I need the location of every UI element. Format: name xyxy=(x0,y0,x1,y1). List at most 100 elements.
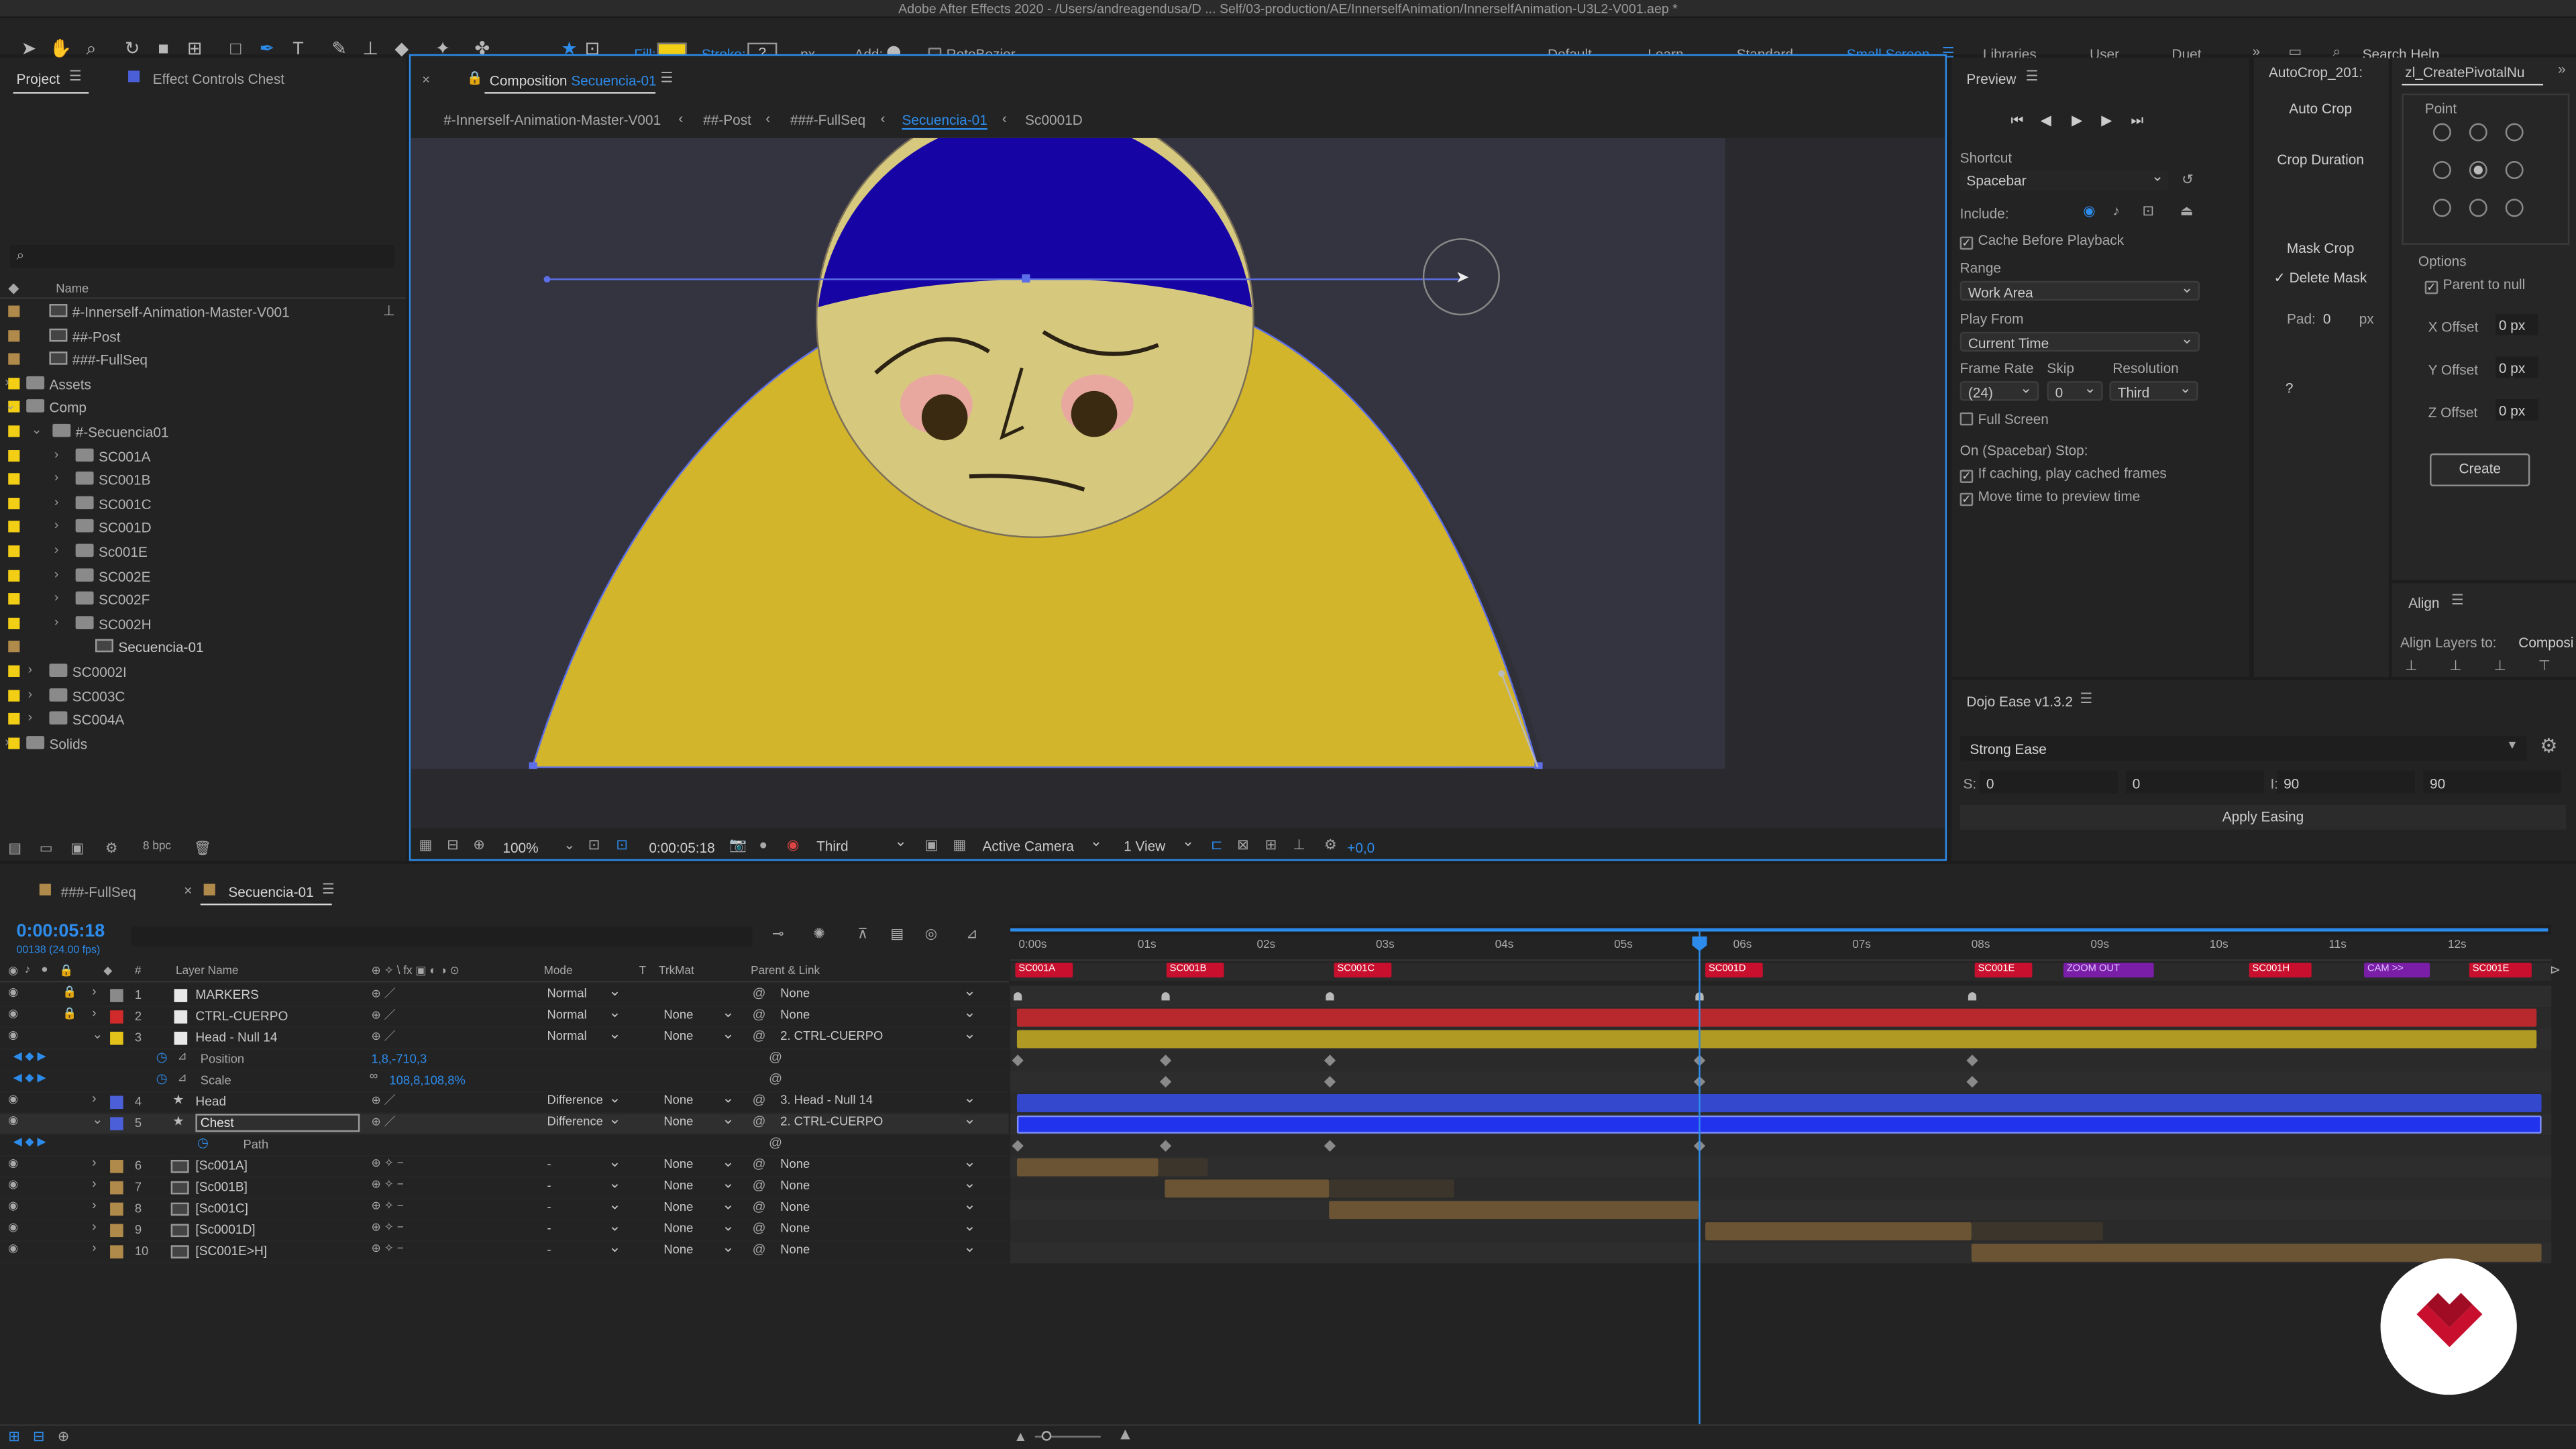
project-settings-icon[interactable]: ⚙ xyxy=(105,839,118,857)
camera-dropdown[interactable]: Active Camera xyxy=(976,833,1108,856)
label-color-swatch[interactable] xyxy=(8,425,20,437)
panel-menu-icon[interactable]: ☰ xyxy=(2080,690,2092,708)
pickwhip-icon[interactable]: @ xyxy=(769,1050,782,1065)
zoom-out-mountain-icon[interactable]: ▲ xyxy=(1014,1428,1028,1444)
marker-sc001b[interactable]: SC001B xyxy=(1166,963,1224,978)
label-color-swatch[interactable] xyxy=(8,569,20,581)
label-color-swatch[interactable] xyxy=(8,497,20,509)
marker-zoom-out[interactable]: ZOOM OUT xyxy=(2063,963,2154,978)
parent-dropdown[interactable]: None xyxy=(777,1196,981,1218)
tab-effect-controls[interactable]: Effect Controls Chest xyxy=(153,70,284,87)
layer-name-header[interactable]: Layer Name xyxy=(176,966,238,977)
layer-switches[interactable]: ⊕ ✧ − xyxy=(371,1157,403,1170)
project-item[interactable]: ###-FullSeq xyxy=(0,350,406,372)
include-overlays-icon[interactable]: ⊡ xyxy=(2142,202,2153,220)
graph-editor-icon[interactable]: ⊿ xyxy=(966,925,977,943)
shy-icon[interactable]: ⊼ xyxy=(857,925,867,943)
keyframe[interactable] xyxy=(1012,1140,1024,1152)
label-color-swatch[interactable] xyxy=(110,1095,123,1110)
marker-sc001a[interactable]: SC001A xyxy=(1015,963,1073,978)
layer-switches[interactable]: ⊕ ✧ − xyxy=(371,1242,403,1255)
include-external-icon[interactable]: ⏏ xyxy=(2180,202,2194,220)
project-item[interactable]: ##-Post xyxy=(0,326,406,347)
blend-mode-dropdown[interactable]: Normal xyxy=(544,982,626,1004)
project-search-input[interactable]: ⌕ xyxy=(9,244,394,268)
layer-duration-bar[interactable] xyxy=(1016,1115,2542,1134)
first-frame-icon[interactable]: ⏮ xyxy=(2011,112,2024,130)
property-row[interactable]: ◀ ◆ ▶ ◷ ⊿ Position 1,8,-710,3 @ xyxy=(0,1050,1009,1071)
previous-frame-icon[interactable]: ◀ xyxy=(2041,112,2051,130)
visibility-eye-icon[interactable]: ◉ xyxy=(8,1242,18,1255)
project-item[interactable]: › SC0002I xyxy=(0,662,406,684)
include-video-icon[interactable]: ◉ xyxy=(2083,202,2095,220)
frame-blending-icon[interactable]: ▤ xyxy=(890,925,904,943)
breadcrumb-master[interactable]: #-Innerself-Animation-Master-V001 xyxy=(443,112,661,128)
project-item[interactable]: ⌄ #-Secuencia01 xyxy=(0,422,406,443)
parent-dropdown[interactable]: 3. Head - Null 14 xyxy=(777,1089,981,1111)
zoom-dropdown[interactable]: 100% xyxy=(502,839,538,855)
chevron-right-icon[interactable]: › xyxy=(54,566,59,581)
name-column-header[interactable]: Name xyxy=(56,281,89,296)
visibility-eye-icon[interactable]: ◉ xyxy=(8,1028,18,1042)
blend-mode-dropdown[interactable]: - xyxy=(544,1218,626,1239)
y-offset-input[interactable]: 0 px xyxy=(2496,356,2538,378)
property-row[interactable]: ◀ ◆ ▶ ◷ ⊿ Scale 108,8,108,8% ∞ @ xyxy=(0,1071,1009,1093)
point-bottom-left[interactable] xyxy=(2432,199,2451,217)
project-item[interactable]: #-Innerself-Animation-Master-V001 ⊥ xyxy=(0,303,406,324)
visibility-eye-icon[interactable]: ◉ xyxy=(8,1157,18,1170)
keyframe[interactable] xyxy=(1966,1055,1978,1067)
x-offset-input[interactable]: 0 px xyxy=(2496,313,2538,335)
align-hcenter-icon[interactable]: ⊥ xyxy=(2449,657,2461,676)
create-button[interactable]: Create xyxy=(2430,453,2530,486)
pickwhip-icon[interactable]: @ xyxy=(769,1071,782,1086)
chevron-right-icon[interactable]: › xyxy=(92,1006,97,1020)
chevron-right-icon[interactable]: › xyxy=(54,518,59,533)
layer-row[interactable]: ◉ 🔒 › 1 MARKERS ⊕ ／ Normal @ None xyxy=(0,982,1009,1008)
align-left-icon[interactable]: ⊥ xyxy=(2405,657,2417,676)
marker-sc001h[interactable]: SC001H xyxy=(2249,963,2312,978)
parent-dropdown[interactable]: None xyxy=(777,982,981,1004)
blend-mode-dropdown[interactable]: - xyxy=(544,1239,626,1260)
lock-icon[interactable]: 🔒 xyxy=(467,70,483,85)
keyframe[interactable] xyxy=(1324,1075,1336,1088)
marker-sc001d[interactable]: SC001D xyxy=(1705,963,1763,978)
keyframe[interactable] xyxy=(1159,1075,1172,1088)
marker-keyframe[interactable] xyxy=(1014,992,1022,1001)
chevron-right-icon[interactable]: › xyxy=(92,1240,97,1255)
chevron-right-icon[interactable]: › xyxy=(28,662,33,677)
property-value[interactable]: 1,8,-710,3 xyxy=(371,1051,427,1066)
track-matte-dropdown[interactable]: None xyxy=(660,1004,739,1025)
parent-dropdown[interactable]: None xyxy=(777,1239,981,1260)
parent-to-null-checkbox[interactable]: ✓ Parent to null xyxy=(2424,276,2525,294)
fullscreen-checkbox[interactable]: Full Screen xyxy=(1960,411,2049,427)
layer-row[interactable]: ◉ › 8 [Sc001C] ⊕ ✧ − - None @ None xyxy=(0,1196,1009,1221)
vr-icon[interactable]: ⊕ xyxy=(473,837,484,855)
zoom-in-mountain-icon[interactable]: ▲ xyxy=(1117,1426,1133,1444)
tab-secuencia[interactable]: Secuencia-01 xyxy=(228,884,313,900)
parent-dropdown[interactable]: 2. CTRL-CUERPO xyxy=(777,1025,981,1046)
blend-mode-dropdown[interactable]: Normal xyxy=(544,1004,626,1025)
shortcut-dropdown[interactable]: Spacebar xyxy=(1960,168,2169,191)
label-color-swatch[interactable] xyxy=(110,1010,123,1024)
pickwhip-icon[interactable]: @ xyxy=(753,985,766,1000)
trash-icon[interactable]: 🗑 xyxy=(194,839,211,857)
chevron-right-icon[interactable]: › xyxy=(28,686,33,701)
chevron-right-icon[interactable]: › xyxy=(28,710,33,724)
pickwhip-icon[interactable]: @ xyxy=(753,1157,766,1171)
property-value[interactable]: 108,8,108,8% xyxy=(389,1073,465,1087)
visibility-eye-icon[interactable]: ◉ xyxy=(8,1199,18,1212)
label-color-swatch[interactable] xyxy=(8,665,20,677)
mask-crop-button[interactable]: Mask Crop xyxy=(2261,235,2381,261)
flowchart-icon[interactable]: ⊥ xyxy=(1293,837,1305,855)
blend-mode-dropdown[interactable]: - xyxy=(544,1153,626,1175)
chevron-right-icon[interactable]: › xyxy=(92,1176,97,1191)
point-center[interactable] xyxy=(2469,161,2487,179)
property-row[interactable]: ◀ ◆ ▶ ◷ Path @ xyxy=(0,1135,1009,1157)
include-audio-icon[interactable]: ♪ xyxy=(2112,202,2119,218)
label-color-swatch[interactable] xyxy=(8,377,20,389)
region-icon[interactable]: ⊟ xyxy=(447,837,458,855)
track-matte-dropdown[interactable]: None xyxy=(660,1196,739,1218)
always-preview-icon[interactable]: ▦ xyxy=(419,837,432,855)
track-matte-dropdown[interactable]: None xyxy=(660,1153,739,1175)
lock-icon[interactable]: 🔒 xyxy=(62,1007,76,1020)
